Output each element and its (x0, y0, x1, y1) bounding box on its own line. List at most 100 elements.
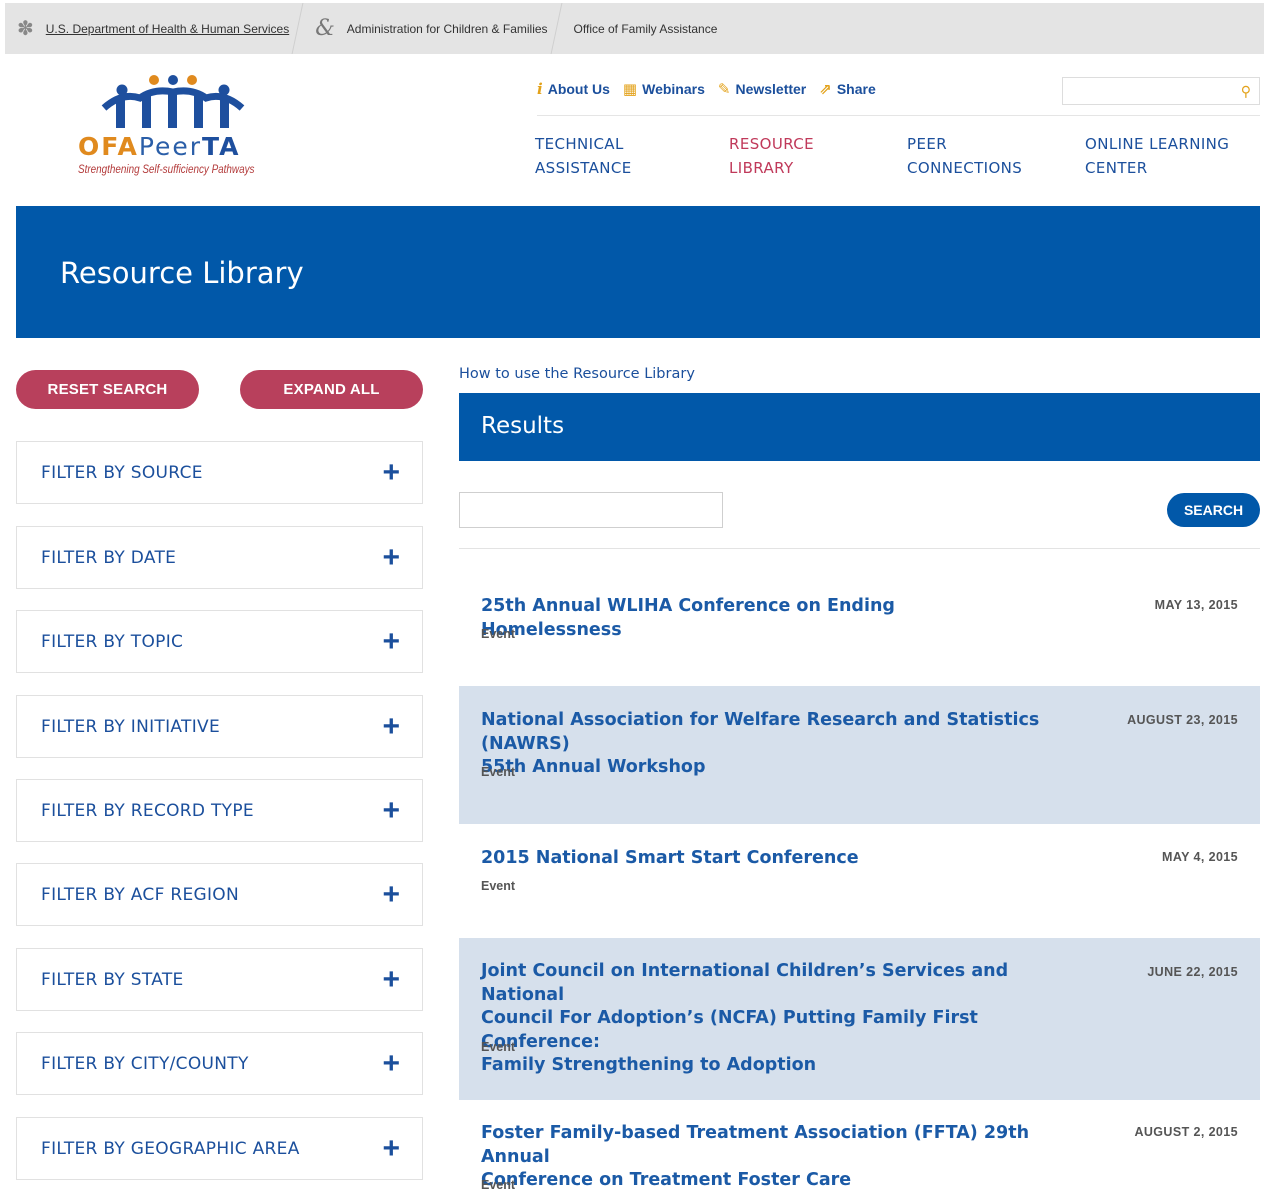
plus-icon[interactable]: + (382, 879, 400, 910)
nav-divider (537, 115, 1260, 116)
result-title-link[interactable]: 25th Annual WLIHA Conference on Ending H… (481, 595, 1041, 642)
result-item: Foster Family-based Treatment Associatio… (459, 1122, 1260, 1202)
newsletter-label: Newsletter (735, 81, 807, 97)
result-title-line: Family Strengthening to Adoption (481, 1055, 817, 1075)
about-us-label: About Us (547, 81, 610, 97)
reset-search-button[interactable]: RESET SEARCH (16, 370, 199, 409)
result-item: National Association for Welfare Researc… (459, 686, 1260, 824)
filter-city-county[interactable]: FILTER BY CITY/COUNTY + (16, 1032, 423, 1095)
search-icon[interactable]: ⚲ (1241, 83, 1251, 100)
result-title-line: 25th Annual WLIHA Conference on Ending H… (481, 596, 895, 640)
result-date: MAY 13, 2015 (1154, 598, 1238, 612)
results-header: Results (459, 393, 1260, 461)
results-divider (459, 548, 1260, 549)
result-title-line: Joint Council on International Children’… (481, 961, 1009, 1005)
ofa-segment: Office of Family Assistance (562, 3, 732, 54)
info-icon: i (537, 80, 543, 98)
result-date: AUGUST 23, 2015 (1127, 713, 1238, 727)
hhs-link[interactable]: U.S. Department of Health & Human Servic… (46, 22, 289, 36)
share-icon: ⇗ (819, 81, 832, 98)
filter-state[interactable]: FILTER BY STATE + (16, 948, 423, 1011)
filter-label: FILTER BY GEOGRAPHIC AREA (41, 1138, 300, 1159)
site-search-input[interactable]: ⚲ (1062, 77, 1260, 105)
result-date: JUNE 22, 2015 (1147, 965, 1238, 979)
result-title-line: 2015 National Smart Start Conference (481, 848, 859, 868)
nav-resource-line2: LIBRARY (729, 159, 794, 177)
results-search-input[interactable] (459, 492, 723, 528)
site-logo[interactable]: OFAPeerTA Strengthening Self-sufficiency… (76, 74, 276, 184)
hero-banner: Resource Library (16, 206, 1260, 338)
nav-peer-connections[interactable]: PEER CONNECTIONS (907, 132, 1022, 180)
plus-icon[interactable]: + (382, 711, 400, 742)
result-title-line: Foster Family-based Treatment Associatio… (481, 1123, 1030, 1167)
logo-peer: Peer (138, 132, 203, 161)
newsletter-link[interactable]: ✎ Newsletter (718, 80, 806, 98)
filter-label: FILTER BY RECORD TYPE (41, 800, 254, 821)
share-link[interactable]: ⇗ Share (819, 80, 876, 98)
nav-resource-line1: RESOURCE (729, 135, 815, 153)
utility-nav: i About Us ▦ Webinars ✎ Newsletter ⇗ Sha… (537, 80, 876, 98)
result-title-link[interactable]: 2015 National Smart Start Conference (481, 847, 1041, 871)
plus-icon[interactable]: + (382, 1133, 400, 1164)
logo-ofa: OFA (78, 132, 139, 161)
result-title-link[interactable]: Joint Council on International Children’… (481, 960, 1041, 1078)
result-title-link[interactable]: National Association for Welfare Researc… (481, 709, 1041, 780)
logo-wordmark: OFAPeerTA (78, 132, 241, 161)
hhs-eagle-icon: ✽ (17, 17, 34, 40)
filter-label: FILTER BY INITIATIVE (41, 716, 221, 737)
about-us-link[interactable]: i About Us (537, 80, 610, 98)
result-type: Event (481, 627, 516, 641)
filter-source[interactable]: FILTER BY SOURCE + (16, 441, 423, 504)
logo-ta: TA (202, 132, 241, 161)
webinars-link[interactable]: ▦ Webinars (623, 80, 705, 98)
filter-label: FILTER BY STATE (41, 969, 184, 990)
filter-geographic-area[interactable]: FILTER BY GEOGRAPHIC AREA + (16, 1117, 423, 1180)
nav-technical-line1: TECHNICAL (535, 135, 624, 153)
result-title-link[interactable]: Foster Family-based Treatment Associatio… (481, 1122, 1041, 1193)
filter-date[interactable]: FILTER BY DATE + (16, 526, 423, 589)
search-button[interactable]: SEARCH (1167, 493, 1260, 527)
result-type: Event (481, 879, 516, 893)
results-title: Results (481, 413, 565, 439)
result-date: MAY 4, 2015 (1162, 850, 1238, 864)
result-type: Event (481, 1178, 516, 1192)
expand-all-button[interactable]: EXPAND ALL (240, 370, 423, 409)
nav-peer-line2: CONNECTIONS (907, 159, 1023, 177)
howto-link[interactable]: How to use the Resource Library (459, 366, 695, 382)
result-title-line: Conference on Treatment Foster Care (481, 1170, 852, 1190)
result-title-line: Council For Adoption’s (NCFA) Putting Fa… (481, 1008, 978, 1052)
plus-icon[interactable]: + (382, 964, 400, 995)
ofa-link[interactable]: Office of Family Assistance (574, 22, 718, 36)
plus-icon[interactable]: + (382, 1048, 400, 1079)
result-item: Joint Council on International Children’… (459, 938, 1260, 1100)
filter-initiative[interactable]: FILTER BY INITIATIVE + (16, 695, 423, 758)
logo-tagline: Strengthening Self-sufficiency Pathways (78, 164, 255, 176)
nav-resource-library[interactable]: RESOURCE LIBRARY (729, 132, 814, 180)
hhs-segment: ✽ U.S. Department of Health & Human Serv… (5, 3, 303, 54)
filter-label: FILTER BY TOPIC (41, 631, 184, 652)
logo-figures-icon (101, 75, 245, 128)
filter-topic[interactable]: FILTER BY TOPIC + (16, 610, 423, 673)
filter-record-type[interactable]: FILTER BY RECORD TYPE + (16, 779, 423, 842)
gov-bar: ✽ U.S. Department of Health & Human Serv… (5, 3, 1264, 54)
share-label: Share (836, 81, 876, 97)
result-item: 2015 National Smart Start Conference MAY… (459, 847, 1260, 937)
edit-icon: ✎ (717, 81, 731, 98)
plus-icon[interactable]: + (382, 795, 400, 826)
nav-online-learning[interactable]: ONLINE LEARNING CENTER (1085, 132, 1229, 180)
plus-icon[interactable]: + (382, 542, 400, 573)
result-title-line: National Association for Welfare Researc… (481, 710, 1040, 754)
nav-online-line1: ONLINE LEARNING (1085, 135, 1230, 153)
nav-technical-line2: ASSISTANCE (535, 159, 632, 177)
nav-technical-assistance[interactable]: TECHNICAL ASSISTANCE (535, 132, 632, 180)
nav-online-line2: CENTER (1085, 159, 1148, 177)
plus-icon[interactable]: + (382, 626, 400, 657)
result-type: Event (481, 1040, 516, 1054)
webinars-label: Webinars (642, 81, 705, 97)
calendar-icon: ▦ (622, 81, 638, 98)
acf-logo-icon: & (315, 16, 335, 41)
plus-icon[interactable]: + (382, 457, 400, 488)
acf-link[interactable]: Administration for Children & Families (347, 22, 548, 36)
filter-acf-region[interactable]: FILTER BY ACF REGION + (16, 863, 423, 926)
page-title: Resource Library (60, 256, 304, 290)
